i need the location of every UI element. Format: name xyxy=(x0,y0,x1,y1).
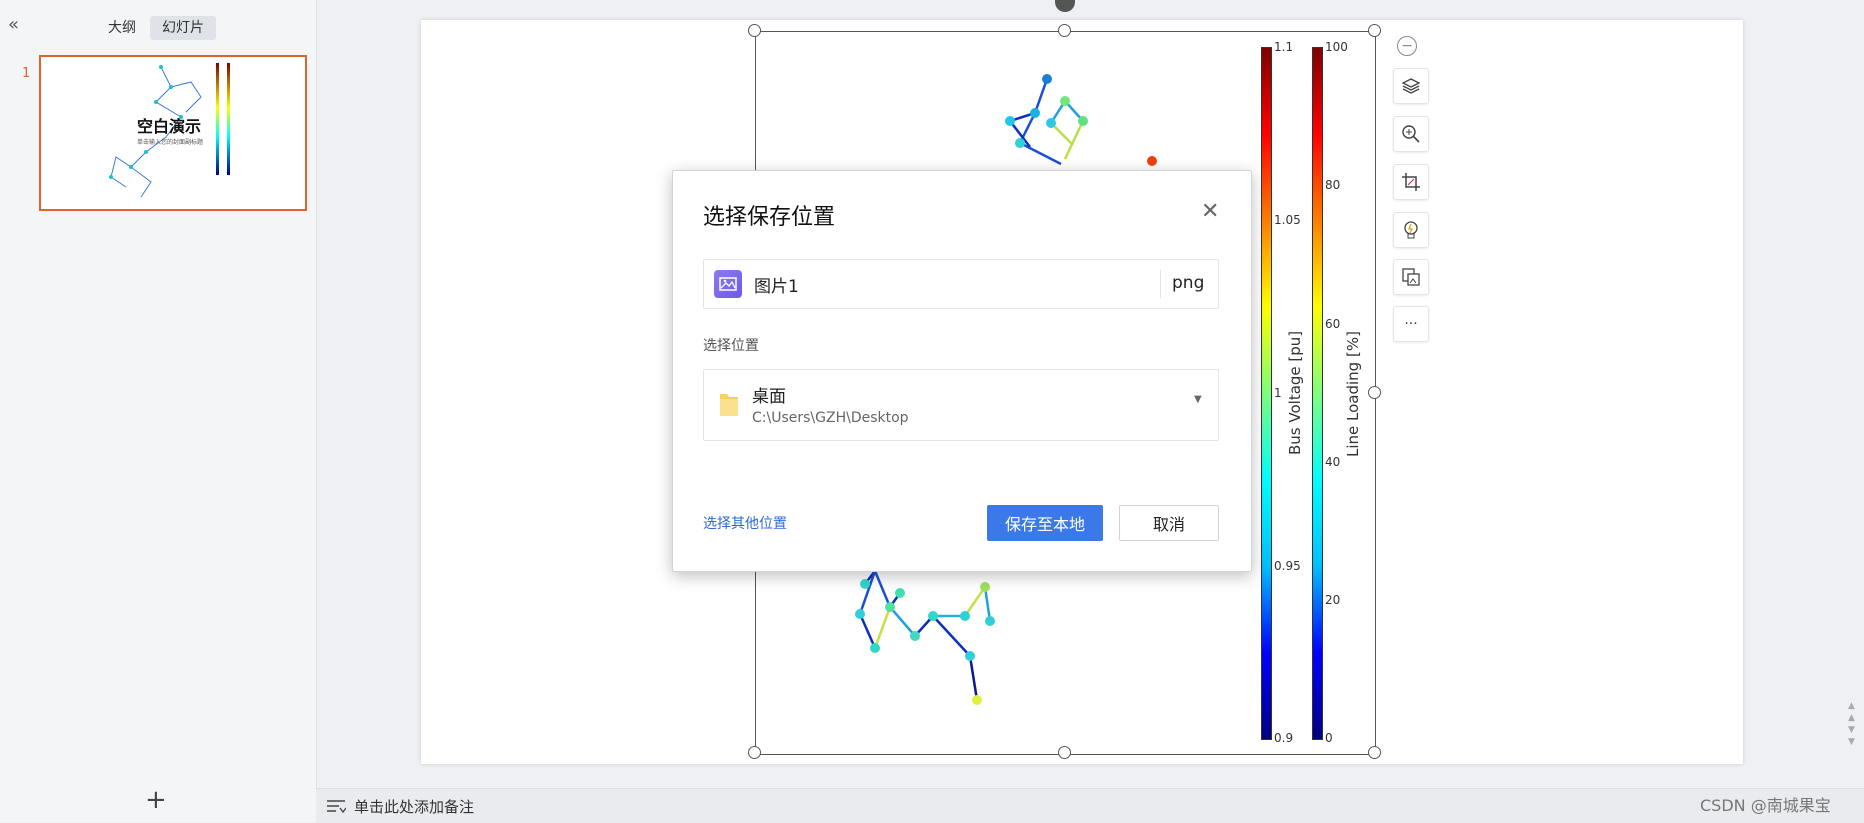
resize-handle[interactable] xyxy=(1058,746,1071,759)
image-swap-icon xyxy=(1402,268,1420,286)
notes-bar[interactable] xyxy=(316,788,1864,823)
dialog-title: 选择保存位置 xyxy=(703,205,836,230)
resize-handle[interactable] xyxy=(1368,746,1381,759)
other-location-link[interactable]: 选择其他位置 xyxy=(703,513,787,533)
image-swap-button[interactable] xyxy=(1393,259,1429,295)
minus-circle-icon[interactable]: − xyxy=(1397,36,1417,56)
zoom-in-button[interactable] xyxy=(1393,116,1429,152)
location-path: C:\Users\GZH\Desktop xyxy=(752,410,909,426)
crop-button[interactable] xyxy=(1393,164,1429,200)
slide-thumbnail[interactable]: 空白演示 单击输入您的封面副标题 xyxy=(39,55,307,211)
slide-number: 1 xyxy=(22,66,31,81)
file-extension: png xyxy=(1172,273,1205,293)
crop-icon xyxy=(1402,173,1420,191)
resize-handle[interactable] xyxy=(748,24,761,37)
location-label: 选择位置 xyxy=(703,338,759,354)
location-name: 桌面 xyxy=(752,387,786,407)
divider xyxy=(1160,270,1161,298)
notes-icon xyxy=(327,800,346,814)
layers-button[interactable] xyxy=(1393,68,1429,104)
cancel-button[interactable]: 取消 xyxy=(1119,505,1219,541)
double-chevron-left-icon[interactable]: « xyxy=(8,14,19,35)
plus-icon[interactable]: + xyxy=(145,785,167,815)
save-location-dialog: 选择保存位置 ✕ png 选择位置 桌面 C:\Users\GZH\Deskto… xyxy=(672,170,1252,572)
filename-field[interactable]: png xyxy=(703,259,1219,309)
folder-icon xyxy=(720,394,738,416)
thumbnail-subtitle: 单击输入您的封面副标题 xyxy=(137,139,204,146)
rotate-handle-icon[interactable] xyxy=(1055,0,1075,12)
filename-input[interactable] xyxy=(752,267,1136,301)
smart-button[interactable] xyxy=(1393,212,1429,248)
resize-handle[interactable] xyxy=(1368,24,1381,37)
resize-handle[interactable] xyxy=(1368,386,1381,399)
close-icon[interactable]: ✕ xyxy=(1201,199,1219,224)
zoom-in-icon xyxy=(1402,125,1420,143)
location-select[interactable]: 桌面 C:\Users\GZH\Desktop ▼ xyxy=(703,369,1219,441)
more-icon[interactable]: ··· xyxy=(1393,306,1429,342)
bulb-icon xyxy=(1404,221,1418,239)
chevron-down-icon[interactable]: ▼ xyxy=(1194,394,1202,405)
tab-outline[interactable]: 大纲 xyxy=(96,16,148,40)
image-file-icon xyxy=(714,270,742,298)
tab-slides[interactable]: 幻灯片 xyxy=(150,16,216,40)
watermark: CSDN @南城果宝 xyxy=(1700,796,1831,815)
thumbnail-title: 空白演示 xyxy=(137,117,202,136)
scroll-indicator[interactable]: ▲ ▲ ▼ ▼ xyxy=(1848,700,1855,748)
save-local-button[interactable]: 保存至本地 xyxy=(987,505,1103,541)
notes-placeholder[interactable]: 单击此处添加备注 xyxy=(354,796,474,817)
resize-handle[interactable] xyxy=(748,746,761,759)
resize-handle[interactable] xyxy=(1058,24,1071,37)
layers-icon xyxy=(1401,78,1421,94)
